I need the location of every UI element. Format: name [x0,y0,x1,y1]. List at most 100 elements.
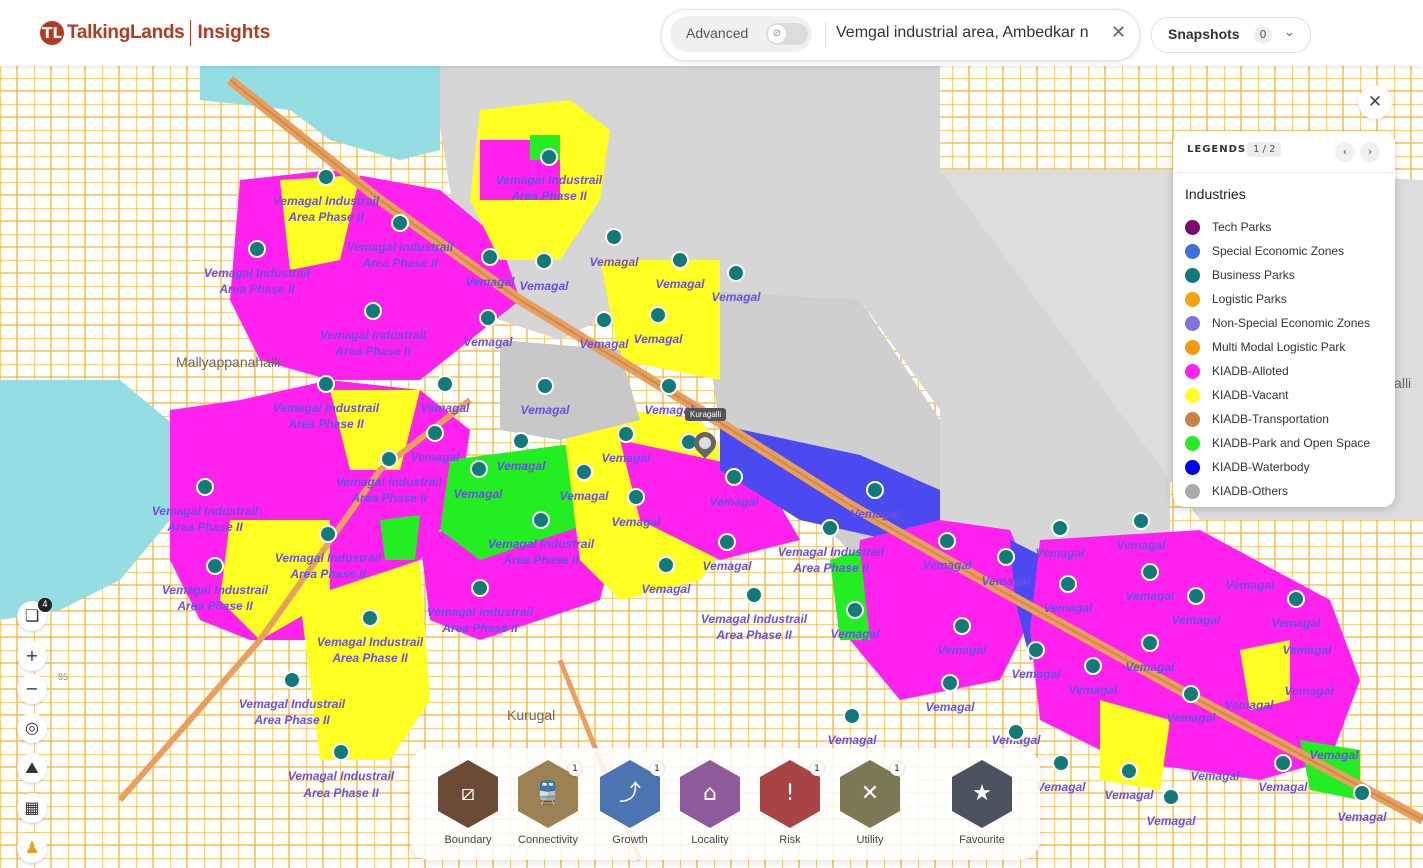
zoom-in-button[interactable]: + [17,641,47,671]
industry-marker[interactable] [1132,512,1150,530]
industry-marker[interactable] [718,533,736,551]
industry-marker[interactable] [532,511,550,529]
industry-marker[interactable] [479,309,497,327]
industry-marker[interactable] [283,671,301,689]
industry-marker[interactable] [941,674,959,692]
clear-search-icon[interactable]: ✕ [1111,22,1126,43]
industry-marker[interactable] [470,460,488,478]
industry-marker[interactable] [1059,575,1077,593]
zoom-out-button[interactable]: − [17,674,47,704]
industry-marker[interactable] [1141,563,1159,581]
street-view-button[interactable]: ♟ [17,833,47,863]
industry-marker[interactable] [1120,762,1138,780]
industry-marker[interactable] [617,425,635,443]
town-label: Vemagal [1191,769,1241,783]
dock-utility[interactable]: ✕ 1 Utility [830,758,910,854]
basemap-button[interactable]: ▦ [17,793,47,823]
legend-item: Multi Modal Logistic Park [1185,335,1370,359]
legend-item: KIADB-Park and Open Space [1185,431,1370,455]
dock-favourite[interactable]: ★ Favourite [942,758,1022,854]
industry-marker[interactable] [595,311,613,329]
industry-marker[interactable] [206,557,224,575]
legend-prev-button[interactable]: ‹ [1335,142,1355,162]
dock-boundary[interactable]: ⧄ Boundary [428,758,508,854]
industry-marker[interactable] [657,556,675,574]
industry-marker[interactable] [196,478,214,496]
locate-button[interactable]: ◎ [17,713,47,743]
industry-marker[interactable] [364,302,382,320]
industry-marker[interactable] [938,532,956,550]
industry-marker[interactable] [745,586,763,604]
industry-marker[interactable] [997,548,1015,566]
place-name-kurugal: Kurugal [507,707,555,723]
industry-marker[interactable] [540,148,558,166]
industry-marker[interactable] [1007,723,1025,741]
dock-risk[interactable]: ! 1 Risk [750,758,830,854]
industry-marker[interactable] [727,264,745,282]
snapshots-button[interactable]: Snapshots 0 ⌄ [1151,17,1311,53]
town-label: Vemagal [520,279,570,293]
industry-marker[interactable] [1051,519,1069,537]
industry-marker[interactable] [843,707,861,725]
industry-marker[interactable] [512,432,530,450]
close-legend-button[interactable]: ✕ [1358,85,1392,119]
industry-marker[interactable] [1084,657,1102,675]
town-label: Vemagal [1012,667,1062,681]
industry-marker[interactable] [1162,788,1180,806]
svg-text:Area Phase II: Area Phase II [331,651,408,665]
industry-marker[interactable] [575,463,593,481]
dock-locality[interactable]: ⌂ Locality [670,758,750,854]
dock-badge: 1 [810,762,824,776]
dock-growth[interactable]: ⤴ 1 Growth [590,758,670,854]
svg-text:Area Phase II: Area Phase II [166,520,243,534]
town-label: Vemagal [1126,660,1176,674]
industry-marker[interactable] [1052,754,1070,772]
industry-marker[interactable] [391,214,409,232]
industry-marker[interactable] [380,450,398,468]
industry-marker[interactable] [535,252,553,270]
measure-button[interactable]: ⛰ [17,753,47,783]
industry-marker[interactable] [319,525,337,543]
industry-marker[interactable] [1287,590,1305,608]
industry-marker[interactable] [866,481,884,499]
industry-marker[interactable] [317,375,335,393]
industry-marker[interactable] [649,306,667,324]
industry-marker[interactable] [1274,754,1292,772]
industry-marker[interactable] [248,240,266,258]
industry-marker[interactable] [660,377,678,395]
industry-marker[interactable] [846,601,864,619]
dock-label: Connectivity [518,834,578,846]
dock-connectivity[interactable]: 🚆 1 Connectivity [508,758,588,854]
logo[interactable]: TL TalkingLands Insights [40,20,270,46]
industry-marker[interactable] [481,248,499,266]
locality-icon: ⌂ [680,760,740,828]
svg-text:Vemagal Industrail: Vemagal Industrail [273,401,380,415]
industry-marker[interactable] [471,579,489,597]
legend-next-button[interactable]: › [1360,142,1380,162]
town-label: Vemagal [938,643,988,657]
svg-text:Vemagal Industrail: Vemagal Industrail [496,173,603,187]
industry-marker[interactable] [536,377,554,395]
industry-marker[interactable] [1187,587,1205,605]
search-input[interactable]: Vemgal industrial area, Ambedkar n [836,24,1100,42]
industry-marker[interactable] [1182,685,1200,703]
town-label: Vemagal [1310,748,1360,762]
industry-marker[interactable] [332,743,350,761]
industry-marker[interactable] [1027,641,1045,659]
industry-marker[interactable] [605,228,623,246]
legend-item: KIADB-Waterbody [1185,455,1370,479]
advanced-toggle[interactable]: ⊘ [766,23,808,45]
town-label: Vemagal [1338,810,1388,824]
advanced-toggle-group[interactable]: Advanced ⊘ [670,16,812,52]
industry-marker[interactable] [627,488,645,506]
industry-marker[interactable] [361,609,379,627]
industry-marker[interactable] [671,251,689,269]
industry-marker[interactable] [725,468,743,486]
industry-marker[interactable] [953,617,971,635]
industry-marker[interactable] [821,519,839,537]
industry-marker[interactable] [1353,784,1371,802]
industry-marker[interactable] [426,424,444,442]
industry-marker[interactable] [317,168,335,186]
industry-marker[interactable] [1141,634,1159,652]
industry-marker[interactable] [436,375,454,393]
